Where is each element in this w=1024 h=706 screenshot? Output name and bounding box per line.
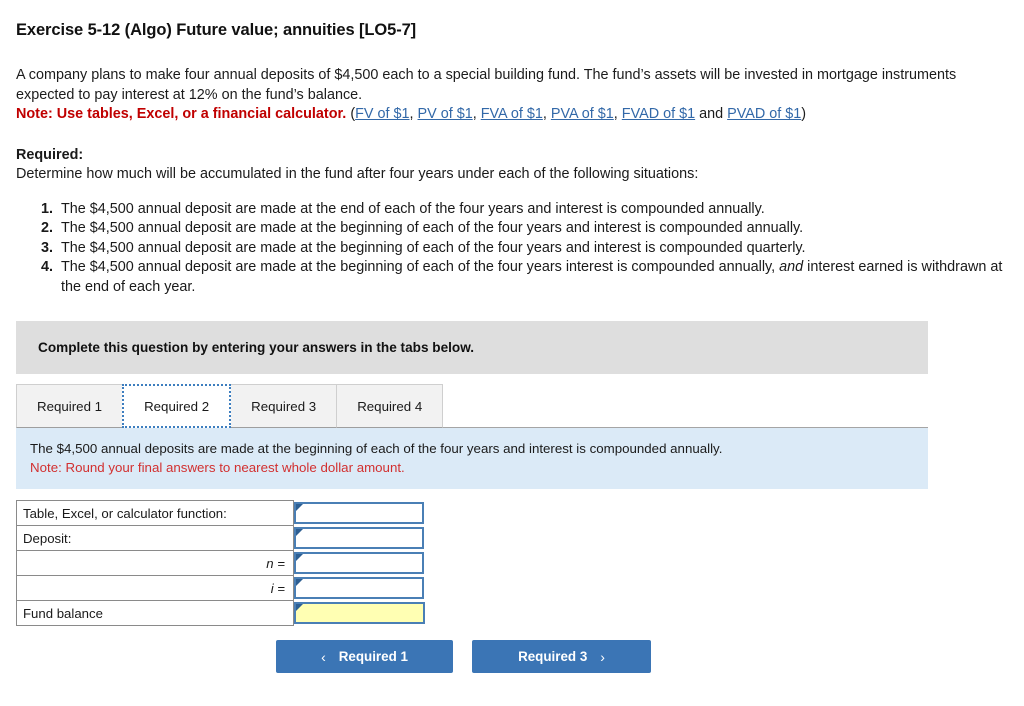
reference-link-pv-of-1[interactable]: PV of $1 <box>418 106 473 122</box>
prev-required-button[interactable]: ‹ Required 1 <box>276 640 453 673</box>
situation-item-2: The $4,500 annual deposit are made at th… <box>57 219 1008 239</box>
next-required-label: Required 3 <box>518 649 588 664</box>
tab-strip: Required 1 Required 2 Required 3 Required 4 <box>16 380 928 429</box>
answer-input-4[interactable] <box>294 577 424 600</box>
tab-label: Required 4 <box>357 398 423 414</box>
tab-required-3[interactable]: Required 3 <box>230 384 338 429</box>
page-title: Exercise 5-12 (Algo) Future value; annui… <box>16 21 417 39</box>
answer-row-label: i = <box>16 575 294 602</box>
answer-input-cell <box>294 551 425 576</box>
reference-link-fva-of-1[interactable]: FVA of $1 <box>481 106 543 122</box>
answer-row-label: Deposit: <box>16 525 294 552</box>
reference-link-fvad-of-1[interactable]: FVAD of $1 <box>622 106 695 122</box>
required-heading: Required: <box>16 146 84 163</box>
situation-text: The $4,500 annual deposit are made at th… <box>61 239 806 256</box>
answer-table: Table, Excel, or calculator function: Dep… <box>16 500 425 627</box>
reference-link-pva-of-1[interactable]: PVA of $1 <box>551 106 614 122</box>
table-row: i = <box>16 575 425 602</box>
situation-text: The $4,500 annual deposit are made at th… <box>61 200 765 217</box>
tab-required-4[interactable]: Required 4 <box>336 384 444 429</box>
cell-marker-icon <box>296 504 303 512</box>
cell-marker-icon <box>296 604 303 612</box>
answer-input-cell <box>294 501 425 526</box>
intro-note-label: Note: Use tables, Excel, or a financial … <box>16 106 347 122</box>
chevron-left-icon: ‹ <box>321 648 326 665</box>
situation-item-4: The $4,500 annual deposit are made at th… <box>57 258 1008 297</box>
answer-input-cell <box>294 576 425 601</box>
situation-item-3: The $4,500 annual deposit are made at th… <box>57 239 1008 259</box>
reference-links: FV of $1, PV of $1, FVA of $1, PVA of $1… <box>355 106 806 122</box>
tab-required-2[interactable]: Required 2 <box>122 384 232 429</box>
answer-input-cell <box>294 526 425 551</box>
question-description-text: The $4,500 annual deposits are made at t… <box>30 441 723 457</box>
answer-row-label: Fund balance <box>16 600 294 627</box>
situation-text: The $4,500 annual deposit are made at th… <box>61 259 780 276</box>
table-row: Fund balance <box>16 600 425 627</box>
answer-input-5[interactable] <box>294 602 425 625</box>
cell-marker-icon <box>296 579 303 587</box>
table-row: Deposit: <box>16 525 425 552</box>
prev-required-label: Required 1 <box>338 649 408 664</box>
instruction-text: Complete this question by entering your … <box>38 340 475 356</box>
answer-input-cell <box>294 601 425 626</box>
reference-link-separator: , <box>613 106 622 122</box>
table-row: Table, Excel, or calculator function: <box>16 500 425 527</box>
reference-link-separator: , <box>542 106 551 122</box>
reference-link-separator: , <box>409 106 418 122</box>
next-required-button[interactable]: Required 3 › <box>472 640 651 673</box>
tab-required-1[interactable]: Required 1 <box>16 384 124 429</box>
situations-list: The $4,500 annual deposit are made at th… <box>16 200 1008 298</box>
answer-input-3[interactable] <box>294 552 424 575</box>
situation-emphasis: and <box>779 259 804 276</box>
question-description-panel: The $4,500 annual deposits are made at t… <box>16 428 928 490</box>
navigation-buttons: ‹ Required 1 Required 3 › <box>276 640 651 673</box>
reference-link-separator: , <box>472 106 481 122</box>
answer-row-label: n = <box>16 550 294 577</box>
required-subtext: Determine how much will be accumulated i… <box>16 166 699 182</box>
intro-text: A company plans to make four annual depo… <box>16 67 957 103</box>
cell-marker-icon <box>296 554 303 562</box>
situation-text: The $4,500 annual deposit are made at th… <box>61 220 804 237</box>
chevron-right-icon: › <box>600 648 605 665</box>
cell-marker-icon <box>296 529 303 537</box>
reference-link-fv-of-1[interactable]: FV of $1 <box>355 106 409 122</box>
answer-input-1[interactable] <box>294 502 424 525</box>
answer-row-label: Table, Excel, or calculator function: <box>16 500 294 527</box>
tab-label: Required 3 <box>251 398 317 414</box>
rounding-note-text: Note: Round your final answers to neares… <box>30 460 405 476</box>
reference-link-separator: and <box>695 106 728 122</box>
instruction-bar: Complete this question by entering your … <box>16 321 928 375</box>
exercise-page: Exercise 5-12 (Algo) Future value; annui… <box>0 0 1024 706</box>
tab-label: Required 2 <box>144 398 210 414</box>
situation-item-1: The $4,500 annual deposit are made at th… <box>57 200 1008 220</box>
table-row: n = <box>16 550 425 577</box>
reference-link-separator: ) <box>801 106 807 122</box>
intro-paragraph: A company plans to make four annual depo… <box>16 66 976 125</box>
reference-link-pvad-of-1[interactable]: PVAD of $1 <box>727 106 801 122</box>
tab-label: Required 1 <box>37 398 103 414</box>
answer-input-2[interactable] <box>294 527 424 550</box>
